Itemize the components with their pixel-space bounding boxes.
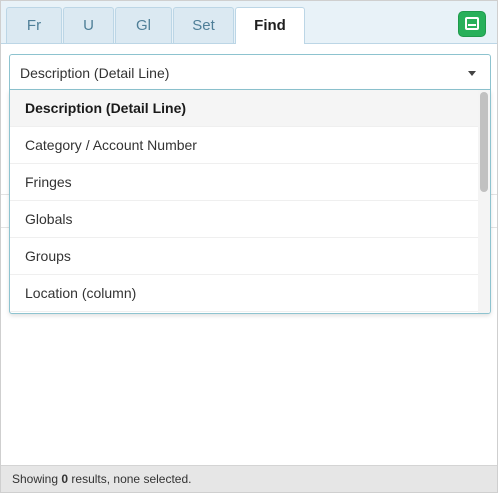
tab-set[interactable]: Set — [173, 7, 234, 43]
status-suffix: results, none selected. — [68, 472, 192, 486]
dropdown-option[interactable]: Category / Account Number — [10, 127, 478, 164]
dropdown-scrollbar[interactable] — [478, 90, 490, 313]
dropdown-option[interactable]: Groups — [10, 238, 478, 275]
dropdown-option[interactable]: Location (column) — [10, 275, 478, 312]
dropdown-option[interactable]: Fringes — [10, 164, 478, 201]
status-bar: Showing 0 results, none selected. — [1, 465, 497, 492]
tab-fr[interactable]: Fr — [6, 7, 62, 43]
panel-toggle-button[interactable] — [459, 12, 485, 36]
select-value: Description (Detail Line) — [20, 65, 170, 81]
chevron-down-icon — [468, 71, 476, 76]
tab-bar: Fr U Gl Set Find — [1, 1, 497, 44]
status-prefix: Showing — [12, 472, 62, 486]
dropdown-option[interactable]: Globals — [10, 201, 478, 238]
tab-gl[interactable]: Gl — [115, 7, 172, 43]
tab-u[interactable]: U — [63, 7, 114, 43]
dropdown-option[interactable]: Description (Detail Line) — [10, 90, 478, 127]
tab-find[interactable]: Find — [235, 7, 305, 44]
scrollbar-thumb[interactable] — [480, 92, 488, 192]
panel-toggle-icon — [465, 17, 479, 30]
search-field-select[interactable]: Description (Detail Line) — [9, 54, 491, 90]
search-field-dropdown: Description (Detail Line) Category / Acc… — [9, 90, 491, 314]
find-panel: Fr U Gl Set Find Description (Detail Lin… — [0, 0, 498, 493]
